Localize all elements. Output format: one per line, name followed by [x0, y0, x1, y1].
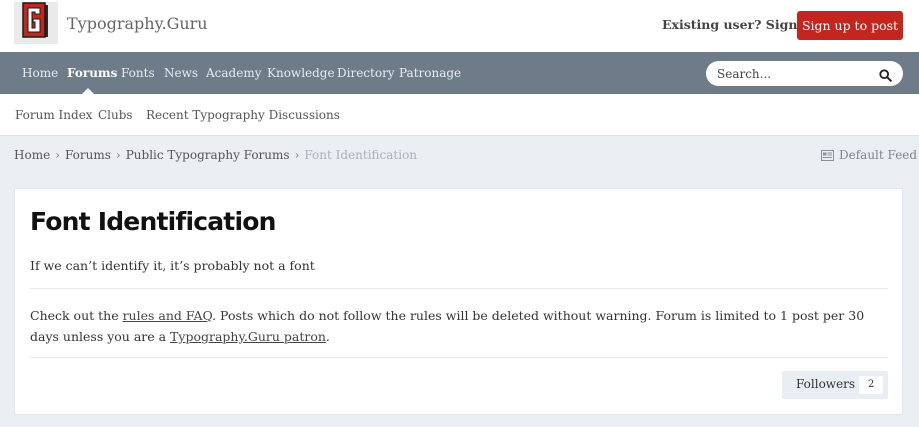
followers-label: Followers — [796, 377, 856, 391]
typography-guru-logo[interactable] — [14, 2, 58, 44]
forum-description: Check out the rules and FAQ. Posts which… — [30, 305, 888, 347]
breadcrumb: Home › Forums › Public Typography Forums › Fon… — [14, 148, 417, 162]
nav-item-knowledge[interactable]: Knowledge — [267, 66, 335, 80]
forum-tagline: If we can’t identify it, it’s probably n… — [30, 258, 315, 273]
breadcrumb-public-forums[interactable]: Public Typography Forums — [126, 148, 290, 162]
nav-item-directory[interactable]: Directory — [337, 66, 395, 80]
divider — [30, 288, 888, 289]
subnav-item-recent-discussions[interactable]: Recent Typography Discussions — [146, 108, 340, 122]
default-feed-label: Default Feed — [839, 148, 918, 162]
default-feed-link[interactable]: Default Feed — [821, 148, 917, 164]
nav-item-academy[interactable]: Academy — [206, 66, 261, 80]
chevron-right-icon: › — [55, 148, 60, 162]
chevron-right-icon: › — [294, 148, 300, 162]
sign-in-label: Existing user? Sign In — [662, 17, 817, 32]
search-box — [706, 61, 903, 86]
subnav-item-clubs[interactable]: Clubs — [98, 108, 133, 122]
subnav-item-forum-index[interactable]: Forum Index — [15, 108, 93, 122]
breadcrumb-current: Font Identification — [304, 148, 418, 162]
nav-item-patronage[interactable]: Patronage — [399, 66, 461, 80]
search-input[interactable] — [717, 65, 867, 82]
followers-count-badge: 2 — [859, 376, 883, 394]
forum-header-card: Font Identification If we can’t identify… — [14, 188, 903, 415]
followers-button[interactable]: Followers 2 — [782, 371, 888, 399]
search-icon[interactable] — [879, 67, 892, 86]
site-header: Typography.Guru Existing user? Sign In S… — [0, 0, 919, 52]
patron-link[interactable]: Typography.Guru patron — [170, 329, 326, 344]
feed-icon — [821, 150, 834, 164]
divider — [30, 357, 888, 358]
nav-item-news[interactable]: News — [164, 66, 198, 80]
rules-faq-link[interactable]: rules and FAQ — [123, 308, 213, 323]
breadcrumb-forums[interactable]: Forums — [65, 148, 111, 162]
site-title[interactable]: Typography.Guru — [67, 14, 208, 33]
sign-up-button[interactable]: Sign up to post — [797, 11, 903, 40]
chevron-right-icon: › — [115, 148, 121, 162]
nav-item-fonts[interactable]: Fonts — [121, 66, 155, 80]
desc-prefix: Check out the — [30, 308, 123, 323]
page-title: Font Identification — [30, 207, 276, 236]
nav-item-forums[interactable]: Forums — [67, 66, 117, 80]
nav-item-home[interactable]: Home — [22, 66, 58, 80]
desc-suffix: . — [325, 329, 330, 344]
sub-nav: Forum Index Clubs Recent Typography Disc… — [0, 94, 919, 136]
breadcrumb-home[interactable]: Home — [14, 148, 50, 162]
